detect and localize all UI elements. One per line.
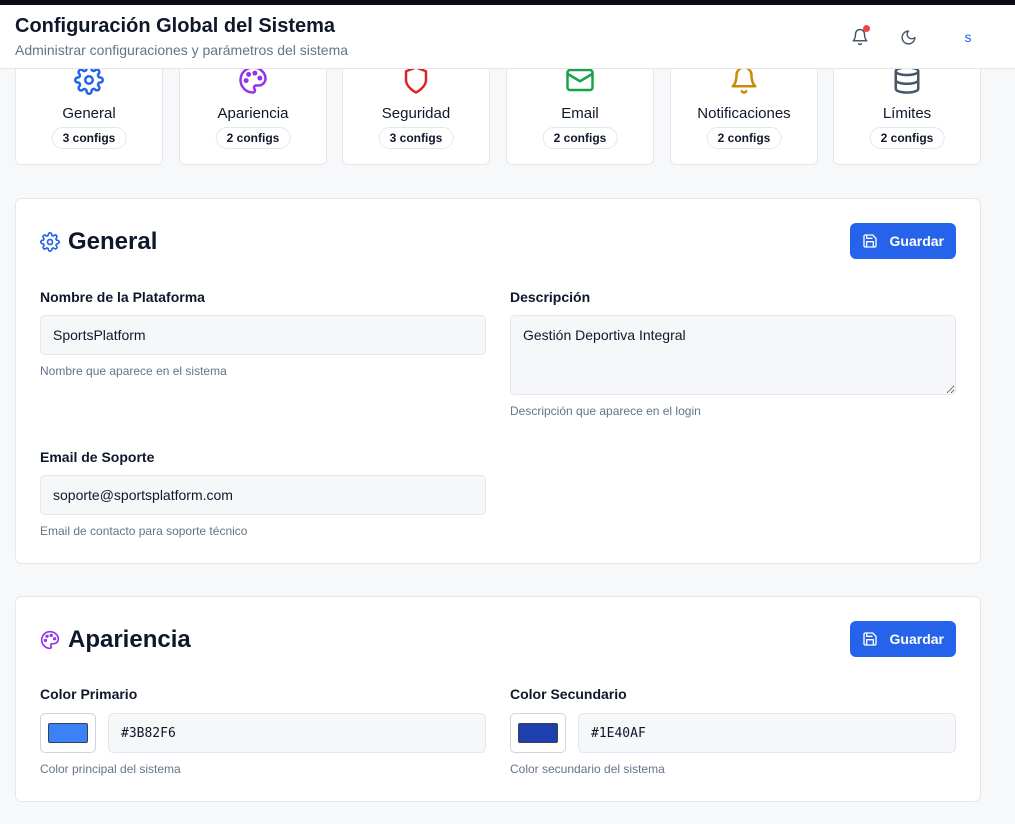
primary-color-picker[interactable] (40, 713, 96, 753)
moon-icon (900, 29, 916, 45)
description-help: Descripción que aparece en el login (510, 404, 701, 418)
general-section: General Guardar Nombre de la Plataforma … (15, 198, 981, 564)
section-title: General (68, 228, 158, 255)
support-email-help: Email de contacto para soporte técnico (40, 524, 248, 538)
notifications-button[interactable] (846, 23, 874, 51)
platform-name-help: Nombre que aparece en el sistema (40, 364, 227, 378)
palette-icon (180, 65, 326, 95)
secondary-color-label: Color Secundario (510, 686, 627, 702)
gear-icon (16, 65, 162, 95)
primary-color-input[interactable] (108, 713, 486, 753)
palette-icon (40, 630, 60, 650)
page-header: Configuración Global del Sistema Adminis… (0, 5, 1015, 69)
category-label: Email (561, 105, 599, 122)
category-count-badge: 2 configs (869, 127, 945, 149)
page-title: Configuración Global del Sistema (15, 15, 336, 37)
save-label: Guardar (889, 631, 944, 647)
description-textarea[interactable]: Gestión Deportiva Integral (510, 315, 956, 395)
support-email-input[interactable] (40, 475, 486, 515)
category-label: General (62, 105, 116, 122)
database-icon (834, 65, 980, 95)
platform-name-input[interactable] (40, 315, 486, 355)
save-icon (863, 632, 877, 646)
category-count-badge: 3 configs (378, 127, 454, 149)
support-email-label: Email de Soporte (40, 449, 155, 465)
save-general-button[interactable]: Guardar (850, 223, 956, 259)
category-count-badge: 2 configs (542, 127, 618, 149)
primary-color-label: Color Primario (40, 686, 138, 702)
description-label: Descripción (510, 289, 591, 305)
save-label: Guardar (889, 233, 944, 249)
category-count-badge: 3 configs (51, 127, 127, 149)
category-label: Apariencia (217, 105, 289, 122)
category-count-badge: 2 configs (215, 127, 291, 149)
bell-icon (671, 65, 817, 95)
save-icon (863, 234, 877, 248)
mail-icon (507, 65, 653, 95)
section-title: Apariencia (68, 626, 191, 653)
secondary-color-swatch (518, 723, 558, 743)
user-avatar-button[interactable]: S (954, 23, 982, 51)
primary-color-swatch (48, 723, 88, 743)
category-label: Límites (882, 105, 932, 122)
notification-dot (863, 25, 870, 32)
secondary-color-input[interactable] (578, 713, 956, 753)
save-appearance-button[interactable]: Guardar (850, 621, 956, 657)
secondary-color-help: Color secundario del sistema (510, 762, 665, 776)
theme-toggle-button[interactable] (894, 23, 922, 51)
page-subtitle: Administrar configuraciones y parámetros… (15, 42, 349, 58)
appearance-section: Apariencia Guardar Color Primario Color … (15, 596, 981, 802)
category-count-badge: 2 configs (706, 127, 782, 149)
gear-icon (40, 232, 60, 252)
category-label: Seguridad (381, 105, 451, 122)
shield-icon (343, 65, 489, 95)
secondary-color-picker[interactable] (510, 713, 566, 753)
category-label: Notificaciones (697, 105, 791, 122)
primary-color-help: Color principal del sistema (40, 762, 181, 776)
platform-name-label: Nombre de la Plataforma (40, 289, 205, 305)
